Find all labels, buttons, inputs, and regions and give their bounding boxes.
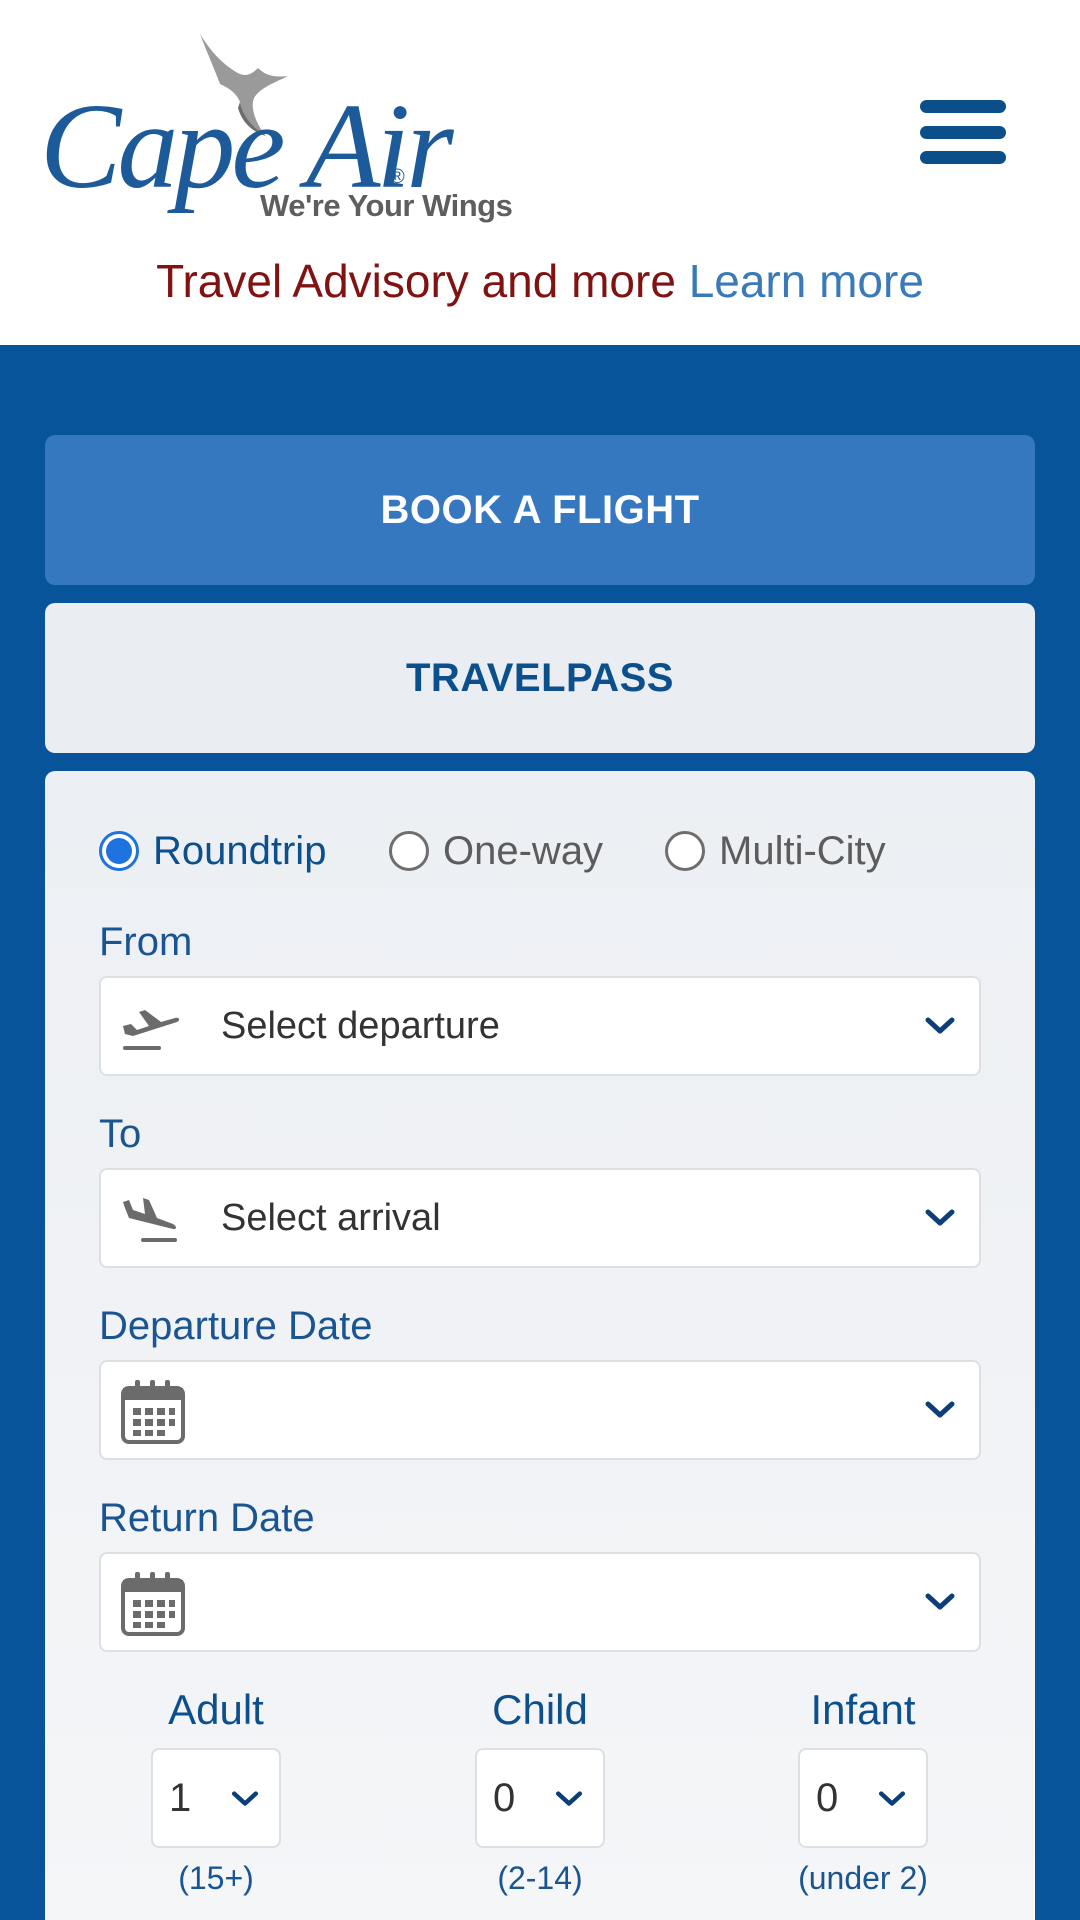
adult-count-select[interactable]: 1 [151, 1748, 281, 1848]
learn-more-link[interactable]: Learn more [689, 255, 924, 307]
radio-roundtrip[interactable]: Roundtrip [99, 828, 326, 874]
chevron-down-icon [925, 1017, 955, 1034]
site-header: Cape Air ® We're Your Wings Travel Advis… [0, 0, 1080, 345]
arrival-select[interactable]: Select arrival [99, 1168, 981, 1268]
from-label: From [99, 920, 193, 964]
infant-count-value: 0 [816, 1776, 839, 1820]
departure-date-label: Departure Date [99, 1304, 373, 1348]
child-label: Child [492, 1686, 588, 1733]
plane-takeoff-icon [123, 1010, 180, 1050]
hamburger-menu-icon [920, 100, 1006, 113]
radio-label: Multi-City [719, 828, 886, 873]
return-date-label: Return Date [99, 1496, 315, 1540]
child-age-note: (2-14) [497, 1860, 583, 1896]
tab-book-a-flight[interactable]: BOOK A FLIGHT [45, 435, 1035, 585]
radio-multi-city[interactable]: Multi-City [665, 828, 886, 874]
radio-label: Roundtrip [153, 828, 327, 873]
chevron-down-icon [231, 1791, 259, 1806]
radio-button[interactable] [389, 831, 429, 871]
radio-button[interactable] [665, 831, 705, 871]
arrival-value: Select arrival [221, 1197, 441, 1239]
radio-button-checked[interactable] [99, 831, 139, 871]
hamburger-menu-icon [920, 125, 1006, 139]
infant-age-note: (under 2) [798, 1860, 928, 1896]
tab-travelpass[interactable]: TRAVELPASS [45, 603, 1035, 753]
chevron-down-icon [878, 1791, 906, 1806]
chevron-down-icon [925, 1401, 955, 1418]
chevron-down-icon [555, 1791, 583, 1806]
hamburger-menu-icon [920, 151, 1006, 164]
adult-label: Adult [168, 1686, 264, 1733]
departure-date-select[interactable] [99, 1360, 981, 1460]
chevron-down-icon [925, 1593, 955, 1610]
child-count-select[interactable]: 0 [475, 1748, 605, 1848]
departure-value: Select departure [221, 1005, 500, 1047]
registered-mark: ® [390, 166, 405, 188]
calendar-icon [121, 1572, 185, 1636]
infant-count-select[interactable]: 0 [798, 1748, 928, 1848]
radio-label: One-way [443, 828, 604, 873]
child-count-value: 0 [493, 1776, 516, 1820]
cape-air-logo[interactable]: Cape Air ® We're Your Wings [40, 28, 520, 228]
departure-select[interactable]: Select departure [99, 976, 981, 1076]
return-date-select[interactable] [99, 1552, 981, 1652]
plane-landing-icon [123, 1198, 177, 1242]
to-label: To [99, 1112, 142, 1156]
adult-age-note: (15+) [178, 1860, 254, 1896]
menu-button[interactable] [920, 100, 1006, 164]
adult-count-value: 1 [169, 1776, 192, 1820]
logo-tagline: We're Your Wings [260, 188, 513, 223]
travel-advisory-banner: Travel Advisory and more Learn more [0, 254, 1080, 309]
calendar-icon [121, 1380, 185, 1444]
chevron-down-icon [925, 1209, 955, 1226]
infant-label: Infant [810, 1686, 916, 1733]
advisory-text: Travel Advisory and more [156, 255, 676, 307]
radio-one-way[interactable]: One-way [389, 828, 603, 874]
